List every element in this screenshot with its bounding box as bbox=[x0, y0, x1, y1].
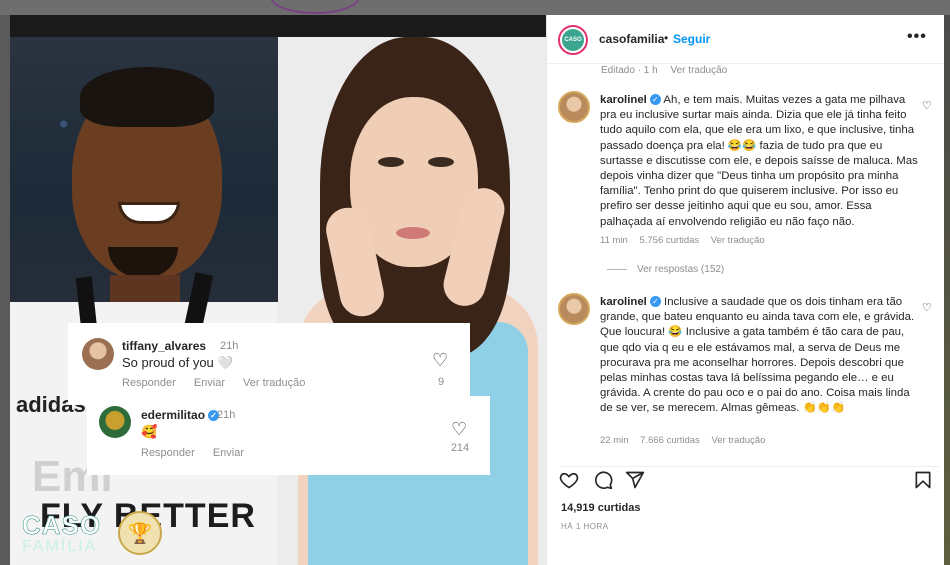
account-avatar-text: CASO FAMÍLIA bbox=[562, 29, 586, 65]
translate-link[interactable]: Ver tradução bbox=[671, 65, 728, 76]
post-age: HÁ 1 HORA bbox=[561, 522, 609, 531]
follow-button[interactable]: Seguir bbox=[673, 32, 710, 46]
comment-text: So proud of you 🤍 bbox=[122, 355, 234, 370]
likes-count[interactable]: 14,919 curtidas bbox=[561, 502, 641, 514]
like-count: 9 bbox=[437, 376, 445, 388]
avatar[interactable] bbox=[99, 406, 131, 438]
comment-body: karolinel ✓ Ah, e tem mais. Muitas vezes … bbox=[600, 93, 918, 230]
comment-username[interactable]: tiffany_alvares bbox=[122, 339, 206, 353]
translate-link[interactable]: Ver tradução bbox=[711, 435, 765, 446]
comment-time: 11 min bbox=[600, 235, 628, 246]
heart-icon[interactable]: ♡ bbox=[432, 350, 448, 371]
caption-meta: Editado · 1 h Ver tradução bbox=[601, 65, 737, 76]
caso-familia-logo: CASO FAMÍLIA bbox=[22, 512, 132, 565]
woman-eye-right bbox=[428, 157, 454, 167]
woman-eye-left bbox=[378, 157, 404, 167]
reply-button[interactable]: Responder bbox=[141, 447, 195, 459]
overlay-comment-card: edermilitao ✓ 21h 🥰 Responder Enviar ♡ 21… bbox=[87, 396, 490, 475]
more-icon[interactable]: ••• bbox=[907, 28, 927, 46]
comment-likes[interactable]: 7.666 curtidas bbox=[640, 435, 700, 446]
background-edge bbox=[944, 15, 950, 565]
comment-item: karolinel ✓ Inclusive a saudade que os do… bbox=[558, 293, 936, 453]
view-replies-label[interactable]: Ver respostas (152) bbox=[637, 264, 724, 275]
comment-icon[interactable] bbox=[593, 470, 613, 496]
comment-time: 21h bbox=[220, 340, 239, 352]
comment-actions: Responder Enviar bbox=[141, 447, 244, 459]
trophy-icon: 🏆 bbox=[118, 511, 162, 555]
replies-divider bbox=[607, 269, 627, 270]
verified-icon: ✓ bbox=[649, 94, 661, 105]
comment-text: Inclusive a saudade que os dois tinham e… bbox=[600, 296, 915, 415]
send-button[interactable]: Enviar bbox=[213, 447, 244, 459]
comment-time: 22 min bbox=[600, 435, 629, 446]
comment-username-text[interactable]: edermilitao bbox=[141, 408, 205, 422]
comment-username[interactable]: edermilitao ✓ bbox=[141, 408, 220, 422]
view-replies[interactable]: Ver respostas (152) bbox=[607, 264, 724, 275]
post-sidebar: CASO FAMÍLIA casofamilia • Seguir ••• Ed… bbox=[546, 15, 945, 565]
comment-actions: Responder Enviar Ver tradução bbox=[122, 377, 305, 389]
bookmark-icon[interactable] bbox=[913, 470, 933, 496]
comment-body: karolinel ✓ Inclusive a saudade que os do… bbox=[600, 295, 918, 417]
reply-button[interactable]: Responder bbox=[122, 377, 176, 389]
post-media[interactable]: adidas Emi FLY BETTER CASO FAMÍLIA 🏆 bbox=[10, 15, 546, 565]
comment-time: 21h bbox=[217, 409, 236, 421]
comment-username[interactable]: karolinel bbox=[600, 94, 647, 106]
player-hair-top bbox=[80, 67, 214, 127]
woman-photo bbox=[278, 37, 546, 565]
logo-caso-text: CASO bbox=[22, 510, 102, 540]
share-icon[interactable] bbox=[625, 470, 645, 496]
account-name[interactable]: casofamilia bbox=[599, 32, 664, 46]
comment-meta: 11 min 5.756 curtidas Ver tradução bbox=[600, 235, 774, 246]
background-strip bbox=[0, 0, 950, 15]
overlay-comment-card: tiffany_alvares 21h So proud of you 🤍 Re… bbox=[68, 323, 470, 405]
avatar[interactable] bbox=[558, 293, 590, 325]
heart-icon[interactable]: ♡ bbox=[922, 99, 932, 112]
player-photo: adidas Emi FLY BETTER bbox=[10, 37, 278, 565]
comment-likes[interactable]: 5.756 curtidas bbox=[639, 235, 699, 246]
post-header: CASO FAMÍLIA casofamilia • Seguir ••• bbox=[547, 15, 945, 65]
logo-familia-text: FAMÍLIA bbox=[22, 538, 98, 555]
comment-meta: 22 min 7.666 curtidas Ver tradução bbox=[600, 435, 774, 446]
post-actions bbox=[559, 466, 939, 492]
verified-icon: ✓ bbox=[649, 296, 661, 307]
translate-link[interactable]: Ver tradução bbox=[243, 377, 305, 389]
edited-label: Editado · 1 h bbox=[601, 65, 658, 76]
account-avatar[interactable]: CASO FAMÍLIA bbox=[558, 25, 588, 65]
comment-item: karolinel ✓ Ah, e tem mais. Muitas vezes … bbox=[558, 91, 936, 251]
story-ring-arc bbox=[270, 0, 360, 14]
heart-icon[interactable] bbox=[559, 470, 579, 496]
avatar[interactable] bbox=[558, 91, 590, 123]
comment-username[interactable]: karolinel bbox=[600, 296, 647, 308]
avatar[interactable] bbox=[82, 338, 114, 370]
woman-lips bbox=[396, 227, 430, 239]
translate-link[interactable]: Ver tradução bbox=[711, 235, 765, 246]
comment-text: 🥰 bbox=[141, 424, 158, 439]
separator-dot: • bbox=[664, 31, 669, 45]
like-count: 214 bbox=[450, 442, 470, 454]
comment-text: Ah, e tem mais. Muitas vezes a gata me p… bbox=[600, 94, 918, 228]
heart-icon[interactable]: ♡ bbox=[922, 301, 932, 314]
heart-icon[interactable]: ♡ bbox=[451, 419, 467, 440]
send-button[interactable]: Enviar bbox=[194, 377, 225, 389]
